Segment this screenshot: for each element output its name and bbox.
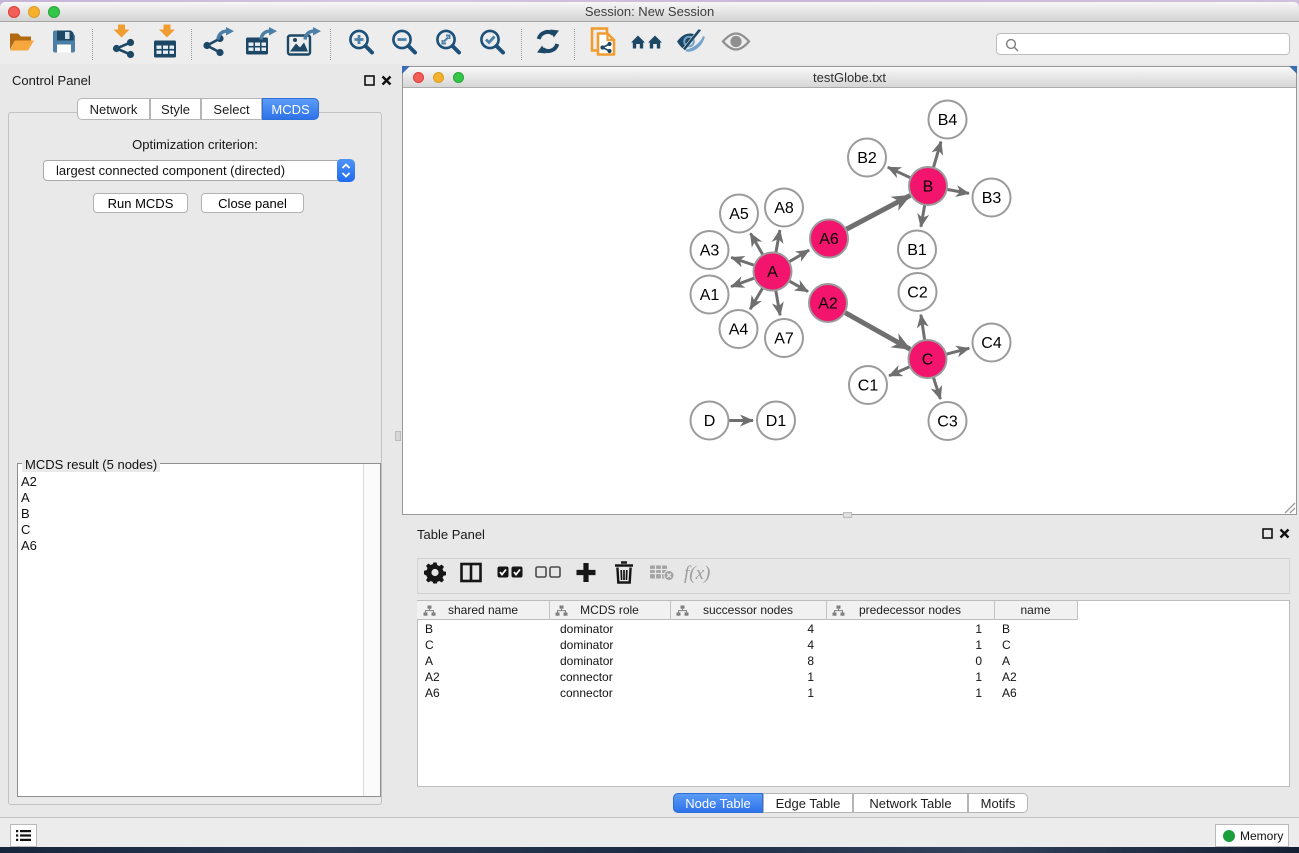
svg-text:A2: A2 [818,296,838,313]
svg-text:C3: C3 [937,414,958,431]
svg-text:A3: A3 [700,243,720,260]
svg-text:C: C [922,352,934,369]
svg-text:B2: B2 [857,150,877,167]
svg-text:C1: C1 [858,378,879,395]
svg-text:D: D [704,413,716,430]
svg-text:C2: C2 [907,285,928,302]
svg-text:B1: B1 [907,242,927,259]
svg-text:A5: A5 [729,206,749,223]
svg-text:B: B [923,179,934,196]
svg-text:A6: A6 [819,231,839,248]
svg-text:A7: A7 [774,331,794,348]
svg-text:B4: B4 [938,112,958,129]
svg-text:C4: C4 [981,335,1002,352]
svg-text:A: A [767,264,778,281]
svg-text:D1: D1 [766,413,787,430]
svg-text:A8: A8 [774,200,794,217]
svg-text:A1: A1 [700,287,720,304]
svg-text:B3: B3 [982,190,1002,207]
svg-text:A4: A4 [729,322,749,339]
